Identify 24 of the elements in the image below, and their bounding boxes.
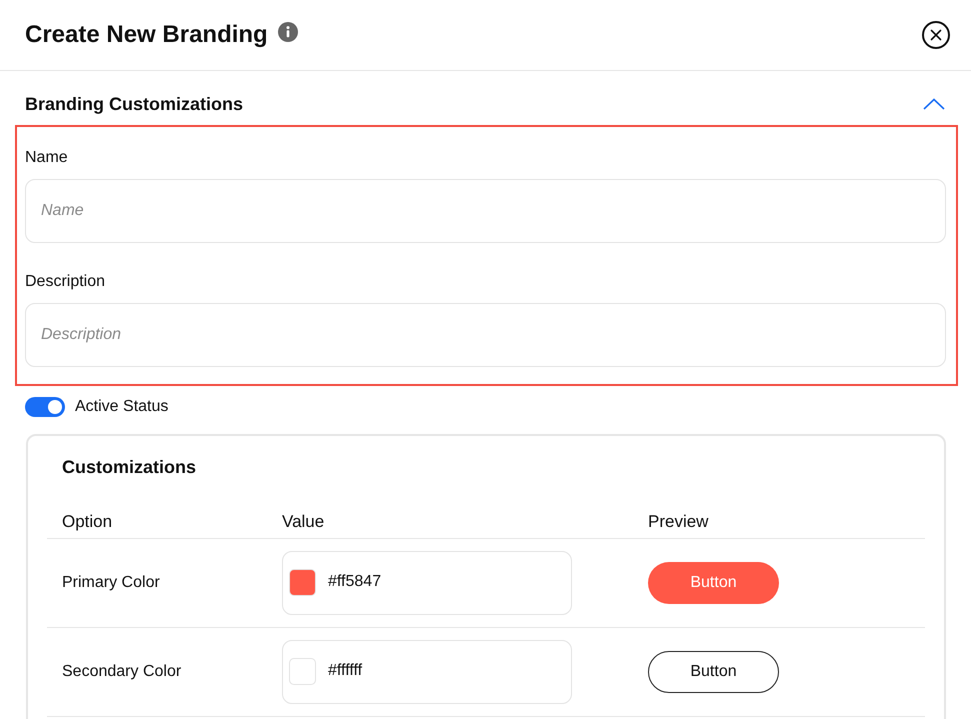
color-value: #ff5847 [328, 573, 382, 591]
field-label: Name [25, 149, 68, 167]
dialog-title: Create New Branding [25, 21, 268, 49]
column-header: Option [62, 512, 112, 532]
color-swatch-icon[interactable] [289, 658, 316, 684]
toggle-switch[interactable] [25, 397, 65, 417]
chevron-up-icon[interactable] [923, 98, 945, 110]
column-header: Value [282, 512, 324, 532]
toggle-label: Active Status [75, 398, 168, 416]
color-swatch-icon[interactable] [289, 568, 316, 596]
field-label: Description [25, 273, 106, 291]
section-title: Branding Customizations [25, 94, 244, 114]
info-icon[interactable] [278, 22, 298, 42]
option-label: Primary Color [62, 574, 160, 592]
color-input-field[interactable]: #ff5847 [282, 551, 572, 615]
close-icon[interactable] [922, 21, 950, 49]
color-value: #ffffff [328, 662, 362, 680]
column-header: Preview [648, 512, 708, 532]
option-label: Secondary Color [62, 663, 182, 681]
color-input-field[interactable]: #ffffff [282, 640, 572, 704]
preview-button[interactable]: Button [648, 651, 779, 693]
text-input-field[interactable]: Description [25, 303, 946, 367]
text-input-field[interactable]: Name [25, 179, 946, 243]
card-title: Customizations [62, 456, 196, 478]
